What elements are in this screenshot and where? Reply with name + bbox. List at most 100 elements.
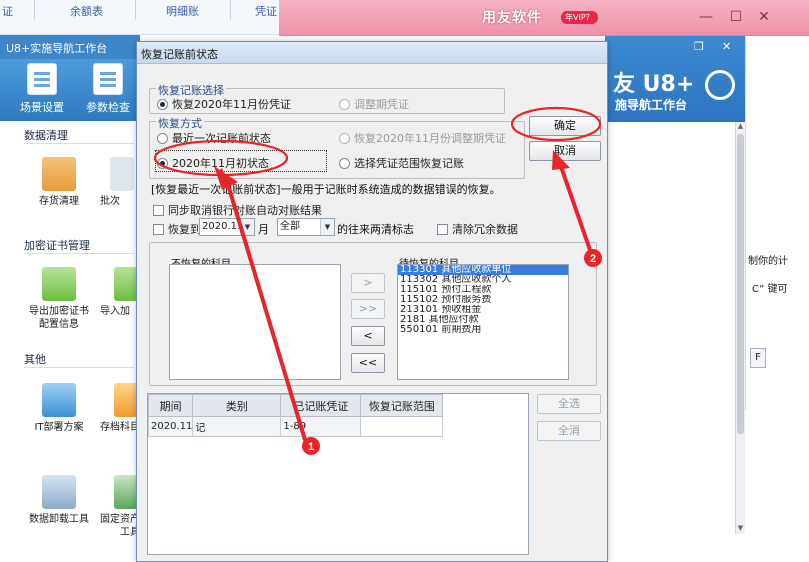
data-unload-item[interactable]: 数据卸载工具: [24, 475, 94, 526]
right-side-text: 制你的计: [748, 256, 788, 267]
list-item[interactable]: 550101 前期费用: [398, 325, 568, 335]
close-icon[interactable]: ✕: [755, 8, 773, 26]
scroll-down-icon[interactable]: ▼: [736, 524, 745, 534]
scene-settings-button[interactable]: 场景设置: [12, 63, 72, 115]
grid-cell[interactable]: [360, 416, 444, 437]
clear-all-button[interactable]: 全消: [537, 421, 601, 441]
chevron-down-icon[interactable]: ▼: [240, 219, 254, 235]
radio-last-posting-state[interactable]: 最近一次记账前状态: [157, 130, 271, 146]
background-tab-strip: 证 余额表 明细账 凭证: [0, 0, 280, 35]
list-item[interactable]: 115102 预付服务费: [398, 295, 568, 305]
table-row[interactable]: 2020.11 记 1-89: [147, 416, 444, 437]
fixed-asset-item[interactable]: 固定资产 工具: [100, 475, 140, 539]
radio-label: 选择凭证范围恢复记账: [354, 157, 464, 170]
scroll-up-icon[interactable]: ▲: [736, 122, 745, 132]
section-other: 其他: [24, 353, 46, 366]
scroll-thumb[interactable]: [737, 134, 744, 434]
column-header[interactable]: 类别: [192, 394, 282, 417]
database-icon: [42, 475, 76, 509]
move-left-button[interactable]: <: [351, 326, 385, 346]
dialog-titlebar[interactable]: 恢复记账前状态: [137, 42, 607, 64]
list-item[interactable]: 113301 其他应收款单位: [398, 265, 568, 275]
radio-restore-nov-vouchers[interactable]: 恢复2020年11月份凭证: [157, 96, 291, 112]
checkbox-restore-to[interactable]: 恢复到: [153, 221, 201, 237]
tab-balance[interactable]: 余额表: [70, 3, 103, 19]
grid-cell[interactable]: 1-89: [280, 416, 362, 437]
checkbox-sync-cancel-bank[interactable]: 同步取消银行对账自动对账结果: [153, 202, 322, 218]
column-header[interactable]: 期间: [147, 394, 194, 417]
list-item[interactable]: 2181 其他应付款: [398, 315, 568, 325]
scene-settings-label: 场景设置: [20, 101, 64, 114]
right-side-button[interactable]: F: [750, 348, 766, 368]
radio-label: 恢复2020年11月份调整期凭证: [354, 132, 506, 145]
restore-period-combo[interactable]: 2020.11 ▼: [199, 218, 255, 236]
restore-scope-combo[interactable]: 全部 ▼: [277, 218, 335, 236]
spreadsheet-icon: [114, 475, 138, 509]
pending-subjects-list[interactable]: 113301 其他应收款单位 113302 其他应收款个人 115101 预付工…: [397, 264, 569, 380]
list-item[interactable]: 113302 其他应收款个人: [398, 275, 568, 285]
clock-icon: [705, 70, 735, 100]
radio-dot: [339, 157, 350, 169]
radio-label: 调整期凭证: [354, 98, 409, 111]
tab-detail-ledger[interactable]: 明细账: [166, 3, 199, 19]
section-divider: [24, 367, 134, 368]
u8-left-panel: 数据清理 存货清理 批次 加密证书管理 导出加密证书 配置信息 导入加 其他 I…: [0, 121, 140, 562]
section-divider: [24, 143, 134, 144]
radio-voucher-range[interactable]: 选择凭证范围恢复记账: [339, 155, 464, 171]
grid-header-row: 期间 类别 已记账凭证 恢复记账范围: [147, 394, 444, 417]
section-divider: [24, 253, 134, 254]
export-cert-label-2: 配置信息: [39, 319, 79, 330]
radio-adjustment-period[interactable]: 恢复2020年11月份调整期凭证: [339, 130, 506, 146]
cancel-button[interactable]: 取消: [529, 141, 601, 161]
param-check-button[interactable]: 参数检查: [78, 63, 138, 115]
tab-voucher-short[interactable]: 证: [2, 3, 13, 19]
voucher-grid[interactable]: 期间 类别 已记账凭证 恢复记账范围 2020.11 记 1-89: [147, 393, 529, 555]
inventory-clean-item[interactable]: 存货清理: [24, 157, 94, 208]
column-header[interactable]: 已记账凭证: [280, 394, 362, 417]
move-all-left-button[interactable]: <<: [351, 353, 385, 373]
document-icon: [110, 157, 134, 191]
box-icon: [42, 157, 76, 191]
radio-nov-opening-state[interactable]: 2020年11月初状态: [157, 155, 269, 171]
list-item[interactable]: 213101 预收租金: [398, 305, 568, 315]
month-label: 月: [258, 223, 269, 236]
checkbox-label: 恢复到: [168, 223, 201, 236]
move-right-button[interactable]: >: [351, 273, 385, 293]
minimize-icon[interactable]: —: [697, 8, 715, 26]
excluded-subjects-list[interactable]: [169, 264, 341, 380]
inventory-clean-label: 存货清理: [39, 196, 79, 207]
checkbox-clear-redundant[interactable]: 清除冗余数据: [437, 221, 518, 237]
select-all-button[interactable]: 全选: [537, 394, 601, 414]
grid-cell[interactable]: 2020.11: [147, 416, 194, 437]
export-arrow-icon: [42, 267, 76, 301]
maximize-icon[interactable]: ☐: [727, 8, 745, 26]
u8-close-icon[interactable]: ✕: [722, 40, 731, 53]
batch-item[interactable]: 批次: [100, 157, 140, 208]
restore-scope-value: 全部: [280, 221, 300, 232]
radio-label: 最近一次记账前状态: [172, 132, 271, 145]
brand-logo-text: 友 U8+: [613, 72, 695, 97]
column-header[interactable]: 恢复记账范围: [360, 394, 444, 417]
right-side-text-2: C” 键可: [752, 284, 788, 295]
radio-adjustment-vouchers[interactable]: 调整期凭证: [339, 96, 409, 112]
restore-method-legend: 恢复方式: [156, 115, 204, 131]
grid-cell[interactable]: 记: [192, 416, 282, 437]
radio-label: 恢复2020年11月份凭证: [172, 98, 291, 111]
vip-badge[interactable]: 年VIP？: [561, 11, 598, 24]
move-all-right-button[interactable]: >>: [351, 299, 385, 319]
radio-label: 2020年11月初状态: [172, 157, 269, 170]
yonyou-popup-window: 用友软件 年VIP？ — ☐ ✕: [279, 0, 809, 36]
archive-item[interactable]: 存档科目: [100, 383, 140, 434]
ok-button[interactable]: 确定: [529, 116, 601, 136]
checkbox-box: [437, 223, 448, 235]
it-plan-item[interactable]: IT部署方案: [24, 383, 94, 434]
tab-voucher[interactable]: 凭证: [255, 3, 277, 19]
deployment-icon: [42, 383, 76, 417]
export-cert-item[interactable]: 导出加密证书 配置信息: [24, 267, 94, 331]
list-item[interactable]: 115101 预付工程款: [398, 285, 568, 295]
u8-vertical-scrollbar[interactable]: ▲ ▼: [735, 122, 745, 534]
chevron-down-icon[interactable]: ▼: [320, 219, 334, 235]
import-cert-item[interactable]: 导入加: [100, 267, 140, 318]
u8-toolbar: 场景设置 参数检查: [0, 59, 140, 121]
restore-icon[interactable]: ❐: [694, 40, 704, 53]
